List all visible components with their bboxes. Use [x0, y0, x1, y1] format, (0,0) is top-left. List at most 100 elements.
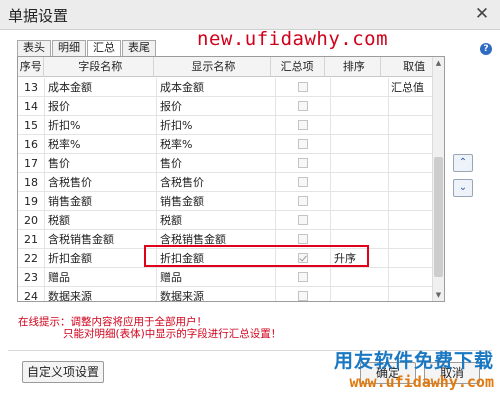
cell-display[interactable]: 税率% [157, 135, 276, 154]
grid-header: 序号 字段名称 显示名称 汇总项 排序 取值 [18, 57, 444, 77]
cell-display[interactable]: 折扣% [157, 116, 276, 135]
tab-summary[interactable]: 汇总 [87, 40, 121, 57]
move-down-button[interactable]: ⌄ [453, 179, 473, 197]
cell-no: 13 [18, 78, 45, 97]
cell-value[interactable] [389, 249, 434, 268]
sum-checkbox[interactable] [298, 177, 308, 187]
cell-value[interactable] [389, 211, 434, 230]
table-row[interactable]: 18 含税售价 含税售价 [18, 173, 434, 192]
cell-value[interactable] [389, 97, 434, 116]
cell-value[interactable] [389, 116, 434, 135]
cell-display[interactable]: 售价 [157, 154, 276, 173]
cell-no: 21 [18, 230, 45, 249]
scroll-up-icon[interactable]: ▲ [433, 57, 444, 69]
table-row[interactable]: 24 数据来源 数据来源 [18, 287, 434, 301]
cell-sort[interactable] [331, 211, 389, 230]
online-hint: 在线提示：调整内容将应用于全部用户！ 只能对明细(表体)中显示的字段进行汇总设置… [18, 316, 281, 340]
col-header-sort[interactable]: 排序 [325, 57, 382, 77]
cell-value[interactable] [389, 154, 434, 173]
sum-checkbox[interactable] [298, 139, 308, 149]
cell-display[interactable]: 报价 [157, 97, 276, 116]
sum-checkbox[interactable] [298, 158, 308, 168]
cell-display[interactable]: 赠品 [157, 268, 276, 287]
tab-header[interactable]: 表头 [17, 40, 51, 56]
close-icon[interactable]: ✕ [472, 4, 492, 24]
cell-display[interactable]: 数据来源 [157, 287, 276, 301]
cell-display[interactable]: 成本金额 [157, 78, 276, 97]
table-row[interactable]: 13 成本金额 成本金额 汇总值 [18, 78, 434, 97]
cell-field: 数据来源 [45, 287, 157, 301]
watermark-bottom: 用友软件免费下载 www.ufidawhy.com [334, 346, 494, 391]
scroll-thumb[interactable] [434, 157, 443, 277]
cell-field: 含税售价 [45, 173, 157, 192]
cell-no: 15 [18, 116, 45, 135]
cell-field: 含税销售金额 [45, 230, 157, 249]
cell-value[interactable] [389, 230, 434, 249]
cell-value[interactable]: 汇总值 [389, 78, 434, 97]
cell-value[interactable] [389, 135, 434, 154]
cell-value[interactable] [389, 268, 434, 287]
cell-value[interactable] [389, 192, 434, 211]
cell-sort[interactable] [331, 97, 389, 116]
cell-display[interactable]: 销售金额 [157, 192, 276, 211]
watermark-text: 用友软件免费下载 [333, 350, 494, 372]
cell-sort[interactable] [331, 173, 389, 192]
table-row[interactable]: 14 报价 报价 [18, 97, 434, 116]
col-header-field[interactable]: 字段名称 [44, 57, 155, 77]
grid-rows: 13 成本金额 成本金额 汇总值 14 报价 报价 15 折扣% 折扣% 16 … [18, 78, 434, 301]
table-row[interactable]: 16 税率% 税率% [18, 135, 434, 154]
cell-sort[interactable] [331, 135, 389, 154]
sum-checkbox[interactable] [298, 291, 308, 301]
cell-no: 24 [18, 287, 45, 301]
cell-sum [276, 268, 331, 287]
cell-sort[interactable] [331, 192, 389, 211]
window-title: 单据设置 [8, 7, 69, 25]
table-row[interactable]: 19 销售金额 销售金额 [18, 192, 434, 211]
hint-line-1: 在线提示：调整内容将应用于全部用户！ [18, 316, 207, 328]
tab-detail[interactable]: 明细 [52, 40, 86, 56]
sum-checkbox[interactable] [298, 215, 308, 225]
cell-no: 22 [18, 249, 45, 268]
sum-checkbox[interactable] [298, 82, 308, 92]
cell-sum [276, 192, 331, 211]
cell-sort[interactable] [331, 268, 389, 287]
cell-display[interactable]: 含税售价 [157, 173, 276, 192]
help-icon[interactable]: ? [480, 43, 492, 55]
cell-field: 销售金额 [45, 192, 157, 211]
col-header-display[interactable]: 显示名称 [154, 57, 271, 77]
cell-sum [276, 78, 331, 97]
cell-field: 报价 [45, 97, 157, 116]
table-row[interactable]: 20 税额 税额 [18, 211, 434, 230]
table-row[interactable]: 23 赠品 赠品 [18, 268, 434, 287]
tab-footer[interactable]: 表尾 [122, 40, 156, 56]
cell-display[interactable]: 税额 [157, 211, 276, 230]
cell-no: 18 [18, 173, 45, 192]
cell-sort[interactable] [331, 154, 389, 173]
cell-sum [276, 287, 331, 301]
sum-checkbox[interactable] [298, 272, 308, 282]
cell-value[interactable] [389, 173, 434, 192]
sum-checkbox[interactable] [298, 101, 308, 111]
cell-sum [276, 211, 331, 230]
table-row[interactable]: 17 售价 售价 [18, 154, 434, 173]
sum-checkbox[interactable] [298, 120, 308, 130]
cell-field: 售价 [45, 154, 157, 173]
cell-sort[interactable] [331, 116, 389, 135]
cell-sort[interactable] [331, 287, 389, 301]
col-header-no[interactable]: 序号 [18, 57, 45, 77]
move-up-button[interactable]: ⌃ [453, 154, 473, 172]
sum-checkbox[interactable] [298, 234, 308, 244]
cell-value[interactable] [389, 287, 434, 301]
custom-fields-button[interactable]: 自定义项设置 [22, 361, 104, 383]
cell-sum [276, 116, 331, 135]
scroll-down-icon[interactable]: ▼ [433, 289, 444, 301]
vertical-scrollbar[interactable]: ▲ ▼ [432, 57, 444, 301]
cell-field: 赠品 [45, 268, 157, 287]
sum-checkbox[interactable] [298, 196, 308, 206]
cell-no: 17 [18, 154, 45, 173]
cell-field: 折扣% [45, 116, 157, 135]
col-header-sum[interactable]: 汇总项 [271, 57, 325, 77]
cell-sum [276, 154, 331, 173]
table-row[interactable]: 15 折扣% 折扣% [18, 116, 434, 135]
cell-sort[interactable] [331, 78, 389, 97]
